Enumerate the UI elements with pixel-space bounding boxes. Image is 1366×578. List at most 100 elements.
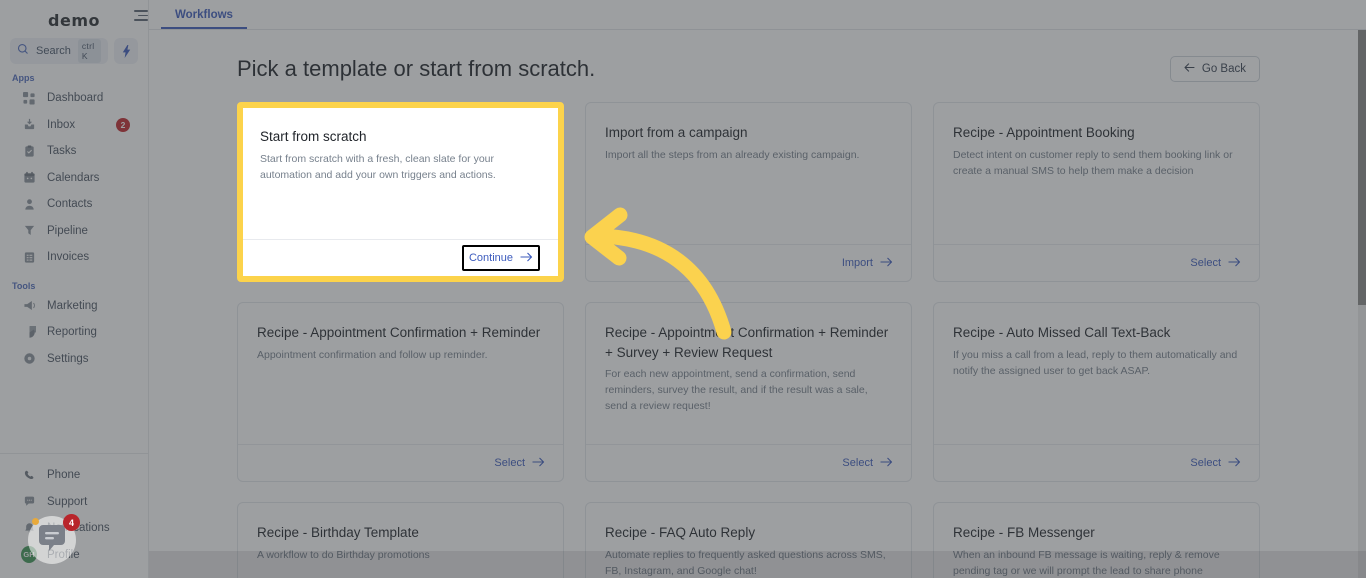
clipboard-check-icon — [22, 144, 37, 159]
sidebar-divider — [0, 453, 148, 454]
person-icon — [22, 197, 37, 212]
funnel-icon — [22, 223, 37, 238]
sidebar-item-label: Pipeline — [47, 224, 88, 237]
card-title: Start from scratch — [260, 129, 367, 144]
card-title: Recipe - Auto Missed Call Text-Back — [953, 325, 1171, 340]
sidebar-item-label: Dashboard — [47, 92, 104, 105]
template-grid: Start from scratch Start from scratch wi… — [149, 82, 1366, 578]
page-header: Pick a template or start from scratch. G… — [149, 30, 1366, 82]
sidebar-item-label: Marketing — [47, 299, 98, 312]
search-input[interactable]: Search ctrl K — [10, 38, 108, 64]
sidebar-item-calendars[interactable]: Calendars — [0, 165, 148, 192]
card-action-label: Select — [1190, 257, 1221, 269]
grid-icon — [22, 91, 37, 106]
chat-bubble-icon[interactable]: 4 — [28, 514, 80, 564]
template-card-confirmation-survey-review[interactable]: Recipe - Appointment Confirmation + Remi… — [585, 302, 912, 482]
template-card-import-from-campaign[interactable]: Import from a campaign Import all the st… — [585, 102, 912, 282]
apps-section-label: Apps — [12, 73, 35, 83]
bottom-strip — [149, 551, 1366, 578]
select-button[interactable]: Select — [842, 457, 893, 470]
card-action-label: Select — [494, 457, 525, 469]
card-body: Recipe - Appointment Booking Detect inte… — [934, 103, 1259, 244]
card-title: Recipe - Appointment Confirmation + Remi… — [605, 325, 889, 360]
card-description: If you miss a call from a lead, reply to… — [953, 348, 1238, 377]
select-button[interactable]: Select — [494, 457, 545, 470]
calendar-icon — [22, 170, 37, 185]
arrow-right-icon — [880, 457, 893, 470]
brand-logo[interactable]: demo — [0, 0, 148, 30]
tab-workflows[interactable]: Workflows — [161, 9, 247, 29]
card-description: Start from scratch with a fresh, clean s… — [260, 152, 496, 181]
sidebar-item-label: Contacts — [47, 198, 93, 211]
sidebar-item-label: Tasks — [47, 145, 77, 158]
search-shortcut: ctrl K — [77, 39, 101, 63]
card-title: Recipe - Birthday Template — [257, 525, 419, 540]
topbar: Workflows — [134, 0, 1366, 30]
main-area: Workflows Pick a template or start from … — [134, 0, 1366, 578]
sidebar-item-marketing[interactable]: Marketing — [0, 293, 148, 320]
arrow-right-icon — [1228, 257, 1241, 270]
sidebar-item-label: Reporting — [47, 326, 97, 339]
card-action-label: Select — [842, 457, 873, 469]
template-card-start-from-scratch[interactable]: Start from scratch Start from scratch wi… — [237, 102, 564, 282]
card-action-label: Import — [841, 257, 873, 269]
sidebar-item-label: Phone — [47, 469, 81, 482]
nav-group-tools: Marketing Reporting Settings — [0, 293, 148, 373]
card-title: Recipe - FB Messenger — [953, 525, 1095, 540]
card-description: Appointment confirmation and follow up r… — [257, 348, 488, 361]
card-body: Recipe - Appointment Confirmation + Remi… — [238, 303, 563, 444]
card-footer: Select — [586, 444, 911, 481]
select-button[interactable]: Select — [1190, 457, 1241, 470]
go-back-label: Go Back — [1201, 63, 1246, 75]
inbox-icon — [22, 117, 37, 132]
sidebar-item-pipeline[interactable]: Pipeline — [0, 218, 148, 245]
phone-icon — [22, 468, 37, 483]
template-card-auto-missed-call-text-back[interactable]: Recipe - Auto Missed Call Text-Back If y… — [933, 302, 1260, 482]
sidebar-item-invoices[interactable]: Invoices — [0, 244, 148, 271]
sidebar-item-dashboard[interactable]: Dashboard — [0, 85, 148, 112]
gear-icon — [22, 351, 37, 366]
card-body: Recipe - Appointment Confirmation + Remi… — [586, 303, 911, 444]
chat-widget[interactable]: 4 — [28, 514, 80, 564]
import-button[interactable]: Import — [842, 257, 893, 270]
search-label: Search — [36, 45, 71, 57]
chat-icon — [22, 494, 37, 509]
template-card-appointment-booking[interactable]: Recipe - Appointment Booking Detect inte… — [933, 102, 1260, 282]
sidebar-item-tasks[interactable]: Tasks — [0, 138, 148, 165]
template-card-appointment-confirmation-reminder[interactable]: Recipe - Appointment Confirmation + Remi… — [237, 302, 564, 482]
card-description: Import all the steps from an already exi… — [605, 148, 860, 161]
chat-badge: 4 — [63, 514, 80, 531]
scrollbar-thumb[interactable] — [1358, 30, 1366, 305]
card-body: Recipe - Auto Missed Call Text-Back If y… — [934, 303, 1259, 444]
card-description: For each new appointment, send a confirm… — [605, 368, 868, 413]
pie-chart-icon — [22, 325, 37, 340]
sidebar-item-label: Invoices — [47, 251, 90, 264]
card-body: Start from scratch Start from scratch wi… — [243, 108, 558, 239]
card-title: Import from a campaign — [605, 125, 748, 140]
sidebar-item-phone[interactable]: Phone — [0, 462, 148, 489]
hamburger-icon[interactable] — [134, 10, 148, 24]
brand-label: demo — [48, 10, 100, 30]
card-footer: Select — [934, 244, 1259, 281]
arrow-right-icon — [1228, 457, 1241, 470]
sidebar-item-support[interactable]: Support — [0, 489, 148, 516]
card-footer: Continue — [243, 239, 558, 276]
select-button[interactable]: Select — [1190, 257, 1241, 270]
card-action-label: Continue — [468, 252, 513, 264]
invoice-icon — [22, 250, 37, 265]
card-title: Recipe - Appointment Confirmation + Remi… — [257, 325, 541, 340]
page-title: Pick a template or start from scratch. — [237, 56, 596, 81]
sidebar-item-inbox[interactable]: Inbox 2 — [0, 112, 148, 139]
arrow-right-icon — [880, 257, 893, 270]
lightning-icon[interactable] — [114, 38, 138, 64]
card-title: Recipe - Appointment Booking — [953, 125, 1135, 140]
sidebar-item-label: Calendars — [47, 171, 100, 184]
card-body: Import from a campaign Import all the st… — [586, 103, 911, 244]
go-back-button[interactable]: Go Back — [1169, 56, 1260, 82]
sidebar-item-reporting[interactable]: Reporting — [0, 319, 148, 346]
sidebar-item-settings[interactable]: Settings — [0, 346, 148, 373]
sidebar-item-contacts[interactable]: Contacts — [0, 191, 148, 218]
continue-button[interactable]: Continue — [461, 245, 540, 271]
chat-status-dot — [32, 518, 39, 525]
